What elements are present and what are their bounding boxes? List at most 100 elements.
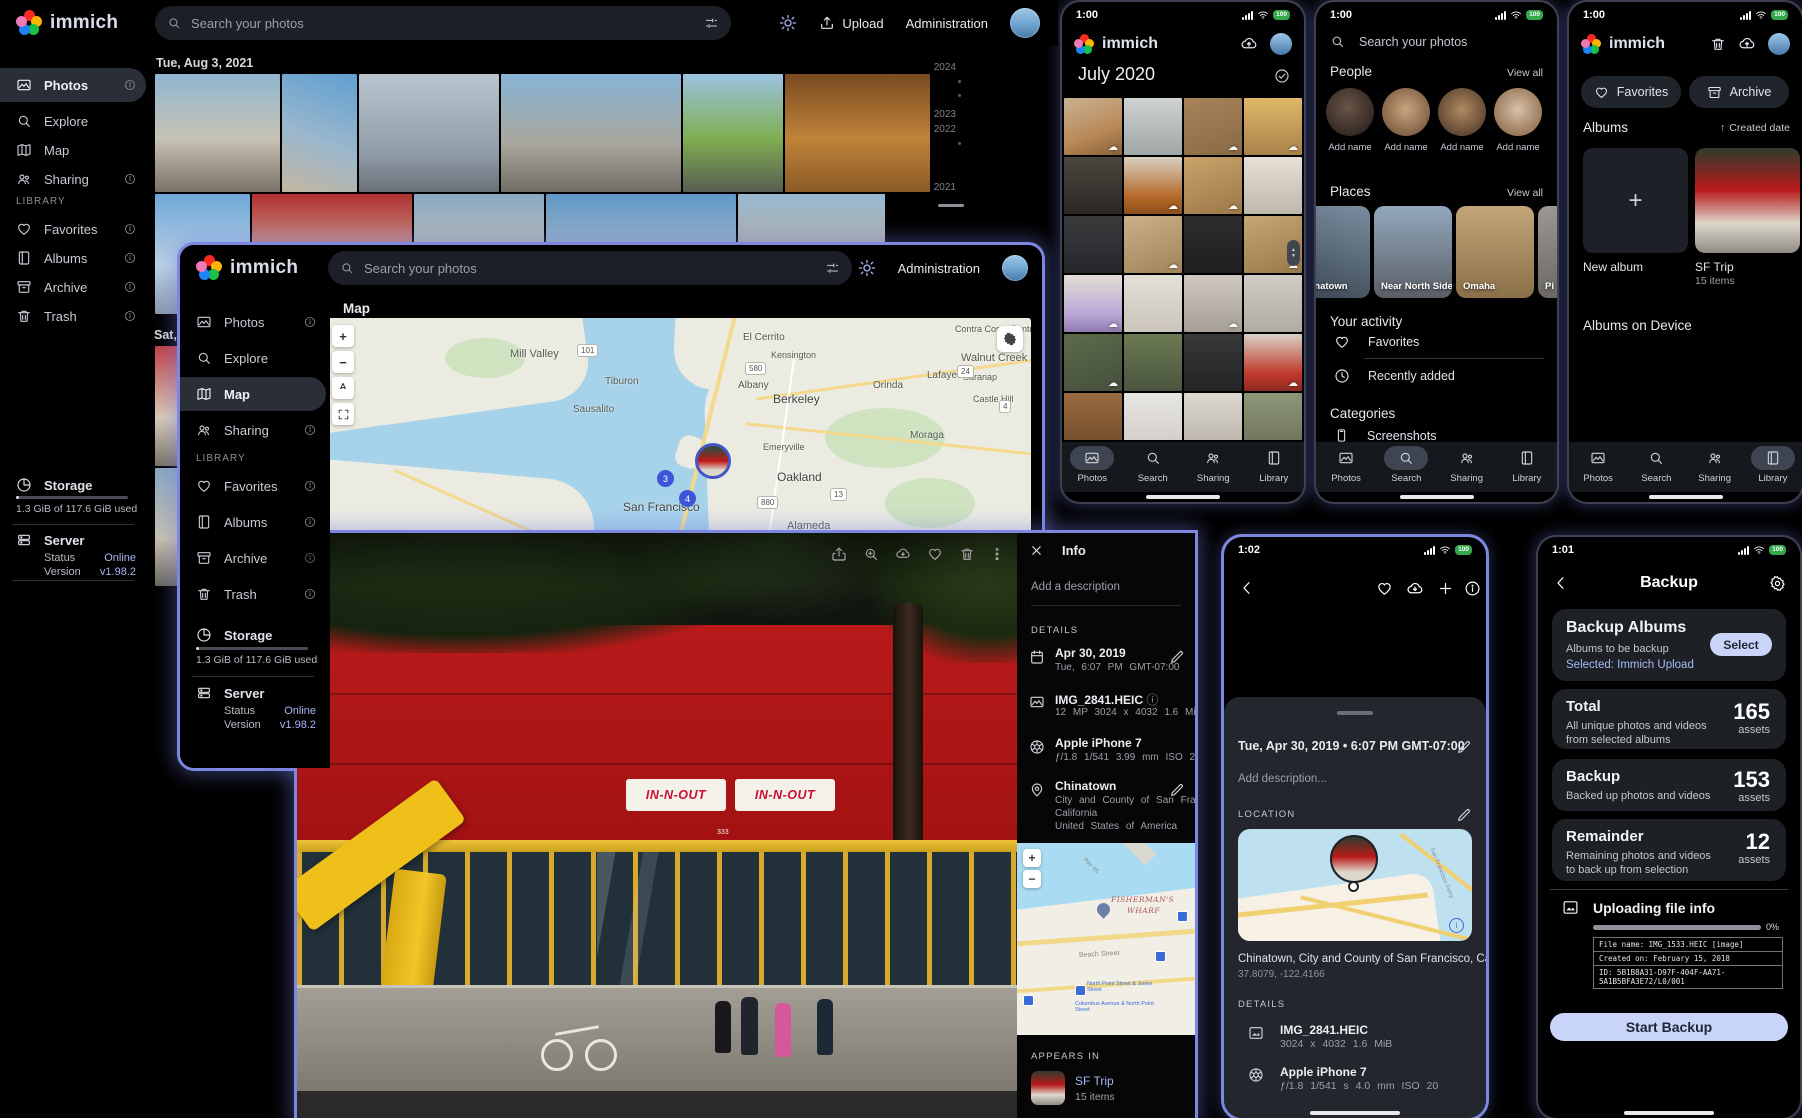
- people-view-all[interactable]: View all: [1507, 67, 1543, 79]
- search-input[interactable]: Search your photos: [155, 6, 731, 40]
- nav-library[interactable]: Library: [1497, 446, 1557, 484]
- grid-photo[interactable]: ☁: [1244, 393, 1302, 440]
- immich-logo[interactable]: immich: [180, 255, 298, 281]
- minimap-zoom-in[interactable]: +: [1023, 849, 1041, 867]
- timeline-photo[interactable]: [501, 74, 681, 192]
- nav-photos[interactable]: Photos: [1062, 446, 1123, 484]
- favorites-row[interactable]: Favorites: [1334, 334, 1419, 350]
- user-avatar[interactable]: [1010, 8, 1040, 38]
- grid-photo[interactable]: [1064, 393, 1122, 440]
- place-tile[interactable]: Chinatown: [1316, 206, 1370, 298]
- map-zoom-in-button[interactable]: +: [332, 325, 354, 347]
- sidebar-item-map[interactable]: Map: [180, 377, 326, 411]
- administration-link[interactable]: Administration: [898, 261, 980, 276]
- map-cluster-count[interactable]: 3: [657, 470, 674, 487]
- grid-photo[interactable]: [1244, 157, 1302, 214]
- map-cluster-count[interactable]: 4: [679, 490, 696, 507]
- backup-cloud-icon[interactable]: [1240, 35, 1258, 53]
- map-fullscreen-button[interactable]: [332, 403, 354, 425]
- grid-photo[interactable]: [1184, 216, 1242, 273]
- timeline-photo[interactable]: [683, 74, 783, 192]
- place-tile[interactable]: Omaha: [1456, 206, 1534, 298]
- grid-photo[interactable]: [1124, 334, 1182, 391]
- screenshots-row[interactable]: Screenshots: [1334, 428, 1436, 443]
- user-avatar[interactable]: [1002, 255, 1028, 281]
- grid-photo[interactable]: ☁: [1184, 157, 1242, 214]
- grid-photo[interactable]: ☁: [1064, 275, 1122, 332]
- album-thumbnail[interactable]: [1031, 1071, 1065, 1105]
- scrollbar-thumb[interactable]: ▲▼: [1287, 240, 1300, 266]
- info-icon[interactable]: [1464, 580, 1481, 597]
- person-face-avatar[interactable]: [1326, 88, 1374, 136]
- person-face-avatar[interactable]: [1494, 88, 1542, 136]
- map-settings-button[interactable]: [997, 326, 1023, 352]
- cloud-download-icon[interactable]: [1406, 580, 1424, 598]
- recently-added-row[interactable]: Recently added: [1334, 368, 1455, 384]
- trash-icon[interactable]: [1710, 36, 1726, 52]
- grid-photo[interactable]: ☁: [1124, 157, 1182, 214]
- grid-photo[interactable]: ☁: [1064, 334, 1122, 391]
- add-to-album-icon[interactable]: [1437, 580, 1454, 597]
- edit-location-icon[interactable]: [1169, 782, 1185, 798]
- nav-photos[interactable]: Photos: [1316, 446, 1376, 484]
- nav-search[interactable]: Search: [1376, 446, 1436, 484]
- sidebar-item-sharing[interactable]: Sharing: [0, 162, 146, 196]
- add-name-label[interactable]: Add name: [1440, 142, 1483, 153]
- edit-location-icon[interactable]: [1456, 807, 1472, 823]
- sheet-drag-handle[interactable]: [1337, 711, 1373, 715]
- grid-photo[interactable]: [1124, 275, 1182, 332]
- map-photo-cluster-marker[interactable]: [695, 443, 731, 479]
- add-name-label[interactable]: Add name: [1496, 142, 1539, 153]
- map-compass-button[interactable]: [332, 377, 354, 399]
- search-input[interactable]: Search your photos: [328, 251, 852, 285]
- places-view-all[interactable]: View all: [1507, 187, 1543, 199]
- grid-photo[interactable]: [1124, 98, 1182, 155]
- timeline-photo[interactable]: [785, 74, 930, 192]
- album-link[interactable]: SF Trip: [1075, 1074, 1114, 1088]
- person-face-avatar[interactable]: [1438, 88, 1486, 136]
- search-filter-icon[interactable]: [825, 261, 840, 276]
- sidebar-item-favorites[interactable]: Favorites: [180, 469, 326, 503]
- user-avatar[interactable]: [1270, 33, 1292, 55]
- backup-cloud-icon[interactable]: [1738, 35, 1756, 53]
- sidebar-item-trash[interactable]: Trash: [0, 299, 146, 333]
- person-item[interactable]: Add name: [1490, 88, 1546, 166]
- select-all-check-icon[interactable]: [1274, 68, 1290, 84]
- close-icon[interactable]: [1029, 543, 1044, 558]
- nav-search[interactable]: Search: [1123, 446, 1184, 484]
- location-map[interactable]: San Francisco Ferry i: [1238, 829, 1472, 941]
- person-item[interactable]: Add name: [1378, 88, 1434, 166]
- grid-photo[interactable]: [1064, 157, 1122, 214]
- nav-library[interactable]: Library: [1244, 446, 1305, 484]
- grid-photo[interactable]: ☁: [1244, 334, 1302, 391]
- favorites-button[interactable]: Favorites: [1581, 76, 1681, 108]
- favorite-icon[interactable]: [1376, 580, 1393, 597]
- map-zoom-out-button[interactable]: −: [332, 351, 354, 373]
- grid-photo[interactable]: ☁: [1244, 98, 1302, 155]
- timeline-photo[interactable]: [155, 74, 280, 192]
- grid-photo[interactable]: ☁: [1124, 216, 1182, 273]
- archive-button[interactable]: Archive: [1689, 76, 1789, 108]
- map-info-icon[interactable]: i: [1449, 918, 1464, 933]
- grid-photo[interactable]: ☁: [1124, 393, 1182, 440]
- album-tile-sf-trip[interactable]: [1695, 148, 1800, 253]
- back-button[interactable]: [1238, 579, 1256, 597]
- grid-photo[interactable]: [1244, 275, 1302, 332]
- nav-sharing[interactable]: Sharing: [1686, 446, 1744, 484]
- albums-sort-button[interactable]: ↑Created date: [1720, 122, 1790, 134]
- sidebar-item-explore[interactable]: Explore: [180, 341, 326, 375]
- description-input[interactable]: Add a description: [1031, 581, 1120, 593]
- search-filter-icon[interactable]: [704, 16, 719, 31]
- person-item[interactable]: Add name: [1322, 88, 1378, 166]
- minimap-zoom-out[interactable]: −: [1023, 870, 1041, 888]
- nav-search[interactable]: Search: [1627, 446, 1685, 484]
- person-face-avatar[interactable]: [1382, 88, 1430, 136]
- upload-button[interactable]: Upload: [819, 15, 883, 31]
- location-minimap[interactable]: Pier 45 FISHERMAN'S WHARF Beach Street N…: [1017, 843, 1195, 1035]
- grid-photo[interactable]: ☁: [1064, 98, 1122, 155]
- sidebar-item-sharing[interactable]: Sharing: [180, 413, 326, 447]
- grid-photo[interactable]: [1184, 393, 1242, 440]
- add-name-label[interactable]: Add name: [1328, 142, 1371, 153]
- nav-sharing[interactable]: Sharing: [1437, 446, 1497, 484]
- nav-library[interactable]: Library: [1744, 446, 1802, 484]
